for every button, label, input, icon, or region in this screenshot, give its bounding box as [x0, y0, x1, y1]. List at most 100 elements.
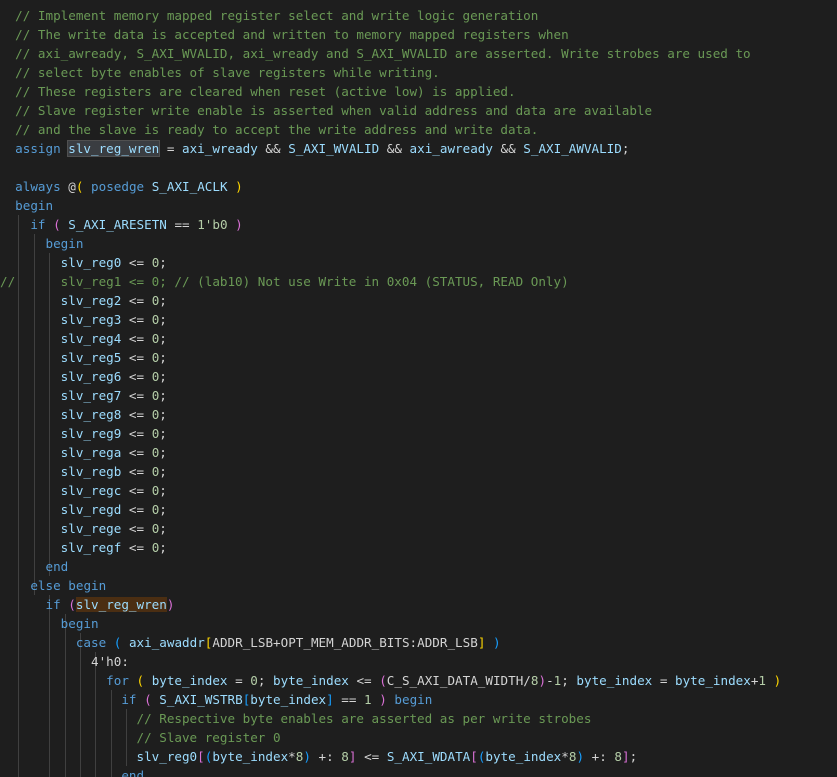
code-token: ;	[159, 293, 167, 308]
code-line[interactable]: // select byte enables of slave register…	[0, 63, 440, 82]
code-line[interactable]: // These registers are cleared when rese…	[0, 82, 515, 101]
code-token: [	[470, 749, 478, 764]
code-line[interactable]: for ( byte_index = 0; byte_index <= (C_S…	[0, 671, 781, 690]
code-line[interactable]: slv_reg6 <= 0;	[0, 367, 167, 386]
code-line[interactable]: if (slv_reg_wren)	[0, 595, 174, 614]
code-line[interactable]: end	[0, 766, 144, 777]
code-token: slv_rege	[60, 521, 122, 536]
code-token: )	[303, 749, 311, 764]
code-line[interactable]: assign slv_reg_wren = axi_wready && S_AX…	[0, 139, 629, 158]
code-line[interactable]: else begin	[0, 576, 106, 595]
code-token: <=	[121, 331, 152, 346]
code-line[interactable]: end	[0, 557, 69, 576]
code-token: C_S_AXI_DATA_WIDTH	[386, 673, 524, 688]
code-line[interactable]: slv_reg2 <= 0;	[0, 291, 167, 310]
code-line[interactable]: if ( S_AXI_ARESETN == 1'b0 )	[0, 215, 243, 234]
code-line[interactable]: 4'h0:	[0, 652, 129, 671]
code-token: ADDR_LSB	[417, 635, 478, 650]
code-line[interactable]: slv_regb <= 0;	[0, 462, 167, 481]
code-token: slv_regf	[60, 540, 122, 555]
code-token: &&	[379, 141, 410, 156]
code-token: slv_reg_wren	[75, 597, 167, 612]
code-line[interactable]: // slv_reg1 <= 0; // (lab10) Not use Wri…	[0, 272, 569, 291]
code-token: slv_reg6	[60, 369, 122, 384]
code-token: ==	[166, 217, 198, 232]
code-token: ;	[159, 312, 167, 327]
code-line[interactable]: // Slave register write enable is assert…	[0, 101, 652, 120]
code-line[interactable]: // Implement memory mapped register sele…	[0, 6, 538, 25]
code-line[interactable]: slv_reg5 <= 0;	[0, 348, 167, 367]
code-line[interactable]: slv_reg3 <= 0;	[0, 310, 167, 329]
code-line[interactable]: slv_regf <= 0;	[0, 538, 167, 557]
code-token: ;	[561, 673, 577, 688]
code-line[interactable]: slv_reg0[(byte_index*8) +: 8] <= S_AXI_W…	[0, 747, 637, 766]
code-token: slv_reg4	[60, 331, 122, 346]
code-token: // Slave register write enable is assert…	[15, 103, 653, 118]
code-token: slv_reg9	[60, 426, 122, 441]
code-token: byte_index	[675, 673, 751, 688]
code-line[interactable]: // Respective byte enables are asserted …	[0, 709, 591, 728]
code-line[interactable]: slv_reg0 <= 0;	[0, 253, 167, 272]
code-token: byte_index	[485, 749, 562, 764]
code-editor[interactable]: // Implement memory mapped register sele…	[0, 0, 837, 777]
code-line[interactable]: slv_rege <= 0;	[0, 519, 167, 538]
code-token: +:	[310, 749, 342, 764]
code-token: axi_awaddr	[128, 635, 205, 650]
code-line[interactable]: slv_rega <= 0;	[0, 443, 167, 462]
code-token: if	[45, 597, 61, 612]
code-line[interactable]: begin	[0, 614, 99, 633]
code-line[interactable]: slv_regc <= 0;	[0, 481, 167, 500]
code-line[interactable]: // Slave register 0	[0, 728, 280, 747]
code-token: +:	[584, 749, 615, 764]
code-token: slv_regc	[60, 483, 122, 498]
code-token: <=	[121, 312, 152, 327]
code-token: ;	[159, 426, 167, 441]
code-line[interactable]: // axi_awready, S_AXI_WVALID, axi_wready…	[0, 44, 750, 63]
code-token: ;	[159, 521, 167, 536]
code-token: if	[121, 692, 137, 707]
code-token: begin	[60, 616, 99, 631]
code-line[interactable]: always @( posedge S_AXI_ACLK )	[0, 177, 243, 196]
code-line[interactable]: slv_reg9 <= 0;	[0, 424, 167, 443]
code-line[interactable]: slv_regd <= 0;	[0, 500, 167, 519]
code-token: ;	[159, 407, 167, 422]
line-indent: //	[0, 274, 61, 289]
code-line[interactable]: // The write data is accepted and writte…	[0, 25, 569, 44]
code-token: case	[75, 635, 107, 650]
code-token: slv_regb	[60, 464, 122, 479]
code-token: slv_reg_wren	[67, 140, 161, 157]
code-line[interactable]: begin	[0, 234, 84, 253]
code-token: )	[235, 217, 243, 232]
code-token: <=	[121, 350, 152, 365]
code-line[interactable]: begin	[0, 196, 53, 215]
code-line[interactable]: // and the slave is ready to accept the …	[0, 120, 538, 139]
code-token: always	[15, 179, 61, 194]
code-token: ;	[159, 483, 167, 498]
code-token: )	[493, 635, 501, 650]
code-token: slv_reg8	[60, 407, 122, 422]
code-line[interactable]: case ( axi_awaddr[ADDR_LSB+OPT_MEM_ADDR_…	[0, 633, 501, 652]
code-token: if	[30, 217, 46, 232]
code-token: [	[197, 749, 205, 764]
code-token: end	[45, 559, 69, 574]
code-line[interactable]: if ( S_AXI_WSTRB[byte_index] == 1 ) begi…	[0, 690, 432, 709]
code-line[interactable]: slv_reg8 <= 0;	[0, 405, 167, 424]
code-token: byte_index	[576, 673, 653, 688]
code-line[interactable]: slv_reg4 <= 0;	[0, 329, 167, 348]
code-line[interactable]: slv_reg7 <= 0;	[0, 386, 167, 405]
code-token: =	[159, 141, 183, 156]
